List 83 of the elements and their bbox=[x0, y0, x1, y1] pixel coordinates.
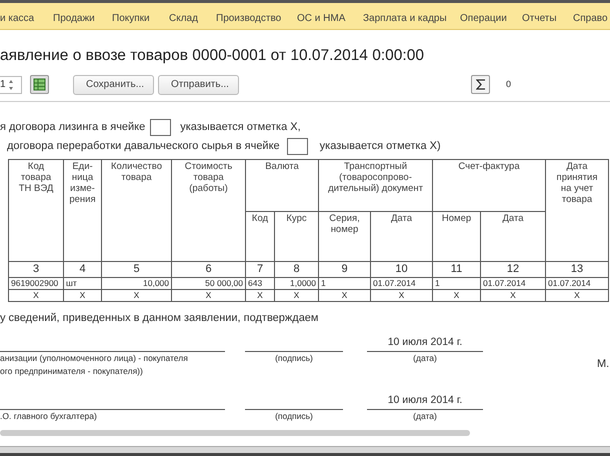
column-number: 3 bbox=[8, 262, 64, 278]
column-header: Дата bbox=[370, 212, 433, 262]
column-header: Транспортный (товаросопрово-дительный) документ bbox=[318, 160, 433, 212]
table-cell: 1,0000 bbox=[274, 278, 319, 290]
column-number: 10 bbox=[370, 262, 433, 278]
column-header: Код bbox=[246, 212, 274, 262]
mark-box bbox=[286, 138, 308, 155]
column-number: 5 bbox=[102, 262, 172, 278]
menu-item[interactable]: Производство bbox=[216, 11, 282, 26]
stamp-label: М. bbox=[597, 357, 610, 370]
table-cell: 01.07.2014 bbox=[480, 278, 546, 290]
table-cell: 01.07.2014 bbox=[370, 278, 433, 290]
table-cell: X bbox=[8, 290, 64, 302]
table-cell: X bbox=[318, 290, 371, 302]
note-text: я договора лизинга в ячейке bbox=[0, 120, 146, 136]
menu-item[interactable]: Покупки bbox=[112, 11, 150, 26]
column-header: Номер bbox=[432, 212, 481, 262]
signatory-caption: .О. главного бухгалтера) bbox=[0, 410, 98, 423]
column-number: 12 bbox=[480, 262, 546, 278]
column-number: 7 bbox=[246, 262, 274, 278]
table-cell: X bbox=[274, 290, 319, 302]
column-header: Стоимость товара (работы) bbox=[172, 160, 246, 262]
note-text: указывается отметка X, bbox=[180, 120, 301, 136]
table-cell: шт bbox=[64, 278, 102, 290]
column-header: Количество товара bbox=[102, 160, 172, 262]
menu-item[interactable]: Справо bbox=[573, 11, 608, 26]
column-header: Счет-фактура bbox=[432, 160, 546, 212]
menu-item[interactable]: Зарплата и кадры bbox=[363, 11, 447, 26]
column-number: 9 bbox=[318, 262, 371, 278]
column-number: 13 bbox=[546, 262, 609, 278]
signature-caption: (подпись) bbox=[274, 410, 314, 423]
sigma-icon bbox=[476, 79, 486, 90]
table-cell: X bbox=[246, 290, 274, 302]
column-header: Дата bbox=[480, 212, 546, 262]
signature-caption: (подпись) bbox=[274, 352, 314, 365]
date-value: 10 июля 2014 г. bbox=[388, 393, 462, 408]
date-caption: (дата) bbox=[412, 410, 438, 423]
column-header: Код товара ТН ВЭД bbox=[8, 160, 64, 262]
save-button[interactable]: Сохранить... bbox=[73, 74, 154, 94]
table-cell: 01.07.2014 bbox=[546, 278, 609, 290]
signatory-caption: анизации (уполномоченного лица) - покупателя ого предпринимателя - покупателя)) bbox=[0, 352, 189, 378]
menu-item[interactable]: ОС и НМА bbox=[297, 11, 346, 26]
column-number: 4 bbox=[64, 262, 102, 278]
table-cell: 50 000,00 bbox=[172, 278, 246, 290]
note-text: указывается отметка X) bbox=[320, 139, 441, 154]
sum-button[interactable] bbox=[471, 75, 490, 94]
menu-item[interactable]: Отчеты bbox=[522, 11, 557, 26]
date-caption: (дата) bbox=[412, 352, 438, 365]
horizontal-scrollbar[interactable] bbox=[0, 430, 470, 436]
export-button[interactable] bbox=[30, 75, 49, 94]
mark-box bbox=[150, 119, 172, 136]
menu-item[interactable]: и касса bbox=[0, 11, 34, 26]
column-number: 8 bbox=[274, 262, 319, 278]
column-header: Валюта bbox=[246, 160, 319, 212]
menu-item[interactable]: Продажи bbox=[53, 11, 95, 26]
table-cell: 643 bbox=[246, 278, 274, 290]
table-cell: X bbox=[370, 290, 433, 302]
table-cell: 10,000 bbox=[102, 278, 172, 290]
table-cell: X bbox=[480, 290, 546, 302]
table-cell: X bbox=[172, 290, 246, 302]
document-title: аявление о ввозе товаров 0000-0001 от 10.07.2014 0:00:00 bbox=[0, 46, 425, 66]
table-cell: 9619002900 bbox=[8, 278, 64, 290]
column-header: Дата принятия на учет товара bbox=[546, 160, 609, 262]
column-header: Серия, номер bbox=[318, 212, 371, 262]
column-number: 6 bbox=[172, 262, 246, 278]
column-header: Еди-ница изме-рения bbox=[64, 160, 102, 262]
page-spinner[interactable]: 1 bbox=[0, 76, 22, 94]
table-cell: X bbox=[102, 290, 172, 302]
menu-item[interactable]: Операции bbox=[460, 11, 507, 26]
column-number: 11 bbox=[432, 262, 481, 278]
menu-item[interactable]: Склад bbox=[169, 11, 198, 26]
send-button[interactable]: Отправить... bbox=[158, 74, 239, 94]
table-cell: X bbox=[64, 290, 102, 302]
table-cell: 1 bbox=[432, 278, 481, 290]
note-text: договора переработки давальческого сырья в ячейке bbox=[7, 139, 280, 154]
sum-value: 0 bbox=[506, 78, 512, 91]
table-cell: 1 bbox=[318, 278, 371, 290]
confirmation-text: у сведений, приведенных в данном заявлении, подтверждаем bbox=[0, 312, 318, 324]
table-cell: X bbox=[432, 290, 481, 302]
date-value: 10 июля 2014 г. bbox=[388, 335, 462, 350]
table-icon bbox=[33, 78, 46, 91]
table-cell: X bbox=[546, 290, 609, 302]
column-header: Курс bbox=[274, 212, 319, 262]
